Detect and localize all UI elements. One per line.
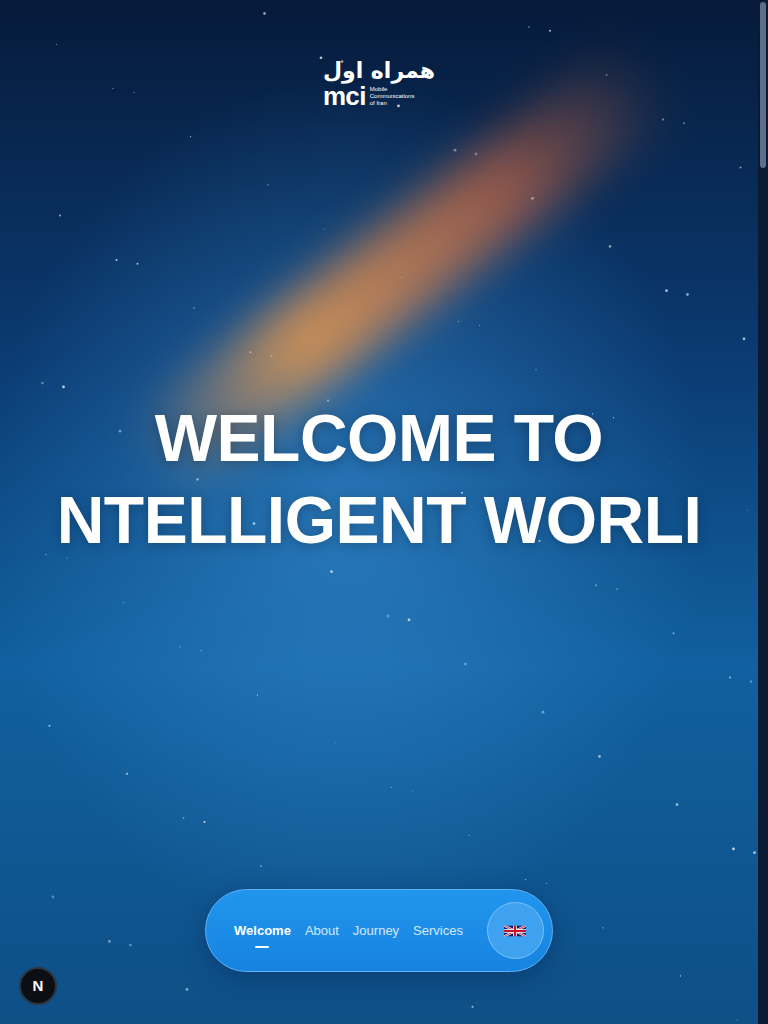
nav-active-underline bbox=[255, 946, 269, 948]
hero-heading-line: WELCOME TO bbox=[155, 397, 603, 479]
language-button[interactable] bbox=[487, 902, 544, 959]
dev-indicator-button[interactable]: N bbox=[19, 967, 57, 1005]
hero-heading-line: NTELLIGENT WORLI bbox=[57, 479, 702, 561]
nav-item[interactable]: About bbox=[301, 915, 343, 947]
content: همراه اولmciMobileCommunicationsof IranW… bbox=[0, 0, 768, 1024]
hero: WELCOME TONTELLIGENT WORLI bbox=[57, 108, 702, 889]
scrollbar-thumb[interactable] bbox=[760, 2, 766, 168]
page: همراه اولmciMobileCommunicationsof IranW… bbox=[0, 0, 768, 1024]
logo-tagline: MobileCommunicationsof Iran bbox=[370, 86, 415, 107]
nav-item[interactable]: Journey bbox=[349, 915, 403, 947]
logo-persian: همراه اول bbox=[323, 58, 435, 84]
uk-flag-icon bbox=[504, 924, 526, 938]
logo[interactable]: همراه اولmciMobileCommunicationsof Iran bbox=[323, 58, 435, 108]
nav-pill: WelcomeAboutJourneyServices bbox=[205, 889, 553, 972]
scrollbar[interactable] bbox=[758, 0, 768, 1024]
nav-item[interactable]: Services bbox=[409, 915, 467, 947]
nav-item[interactable]: Welcome bbox=[230, 915, 295, 947]
logo-mark: mci bbox=[323, 84, 366, 108]
